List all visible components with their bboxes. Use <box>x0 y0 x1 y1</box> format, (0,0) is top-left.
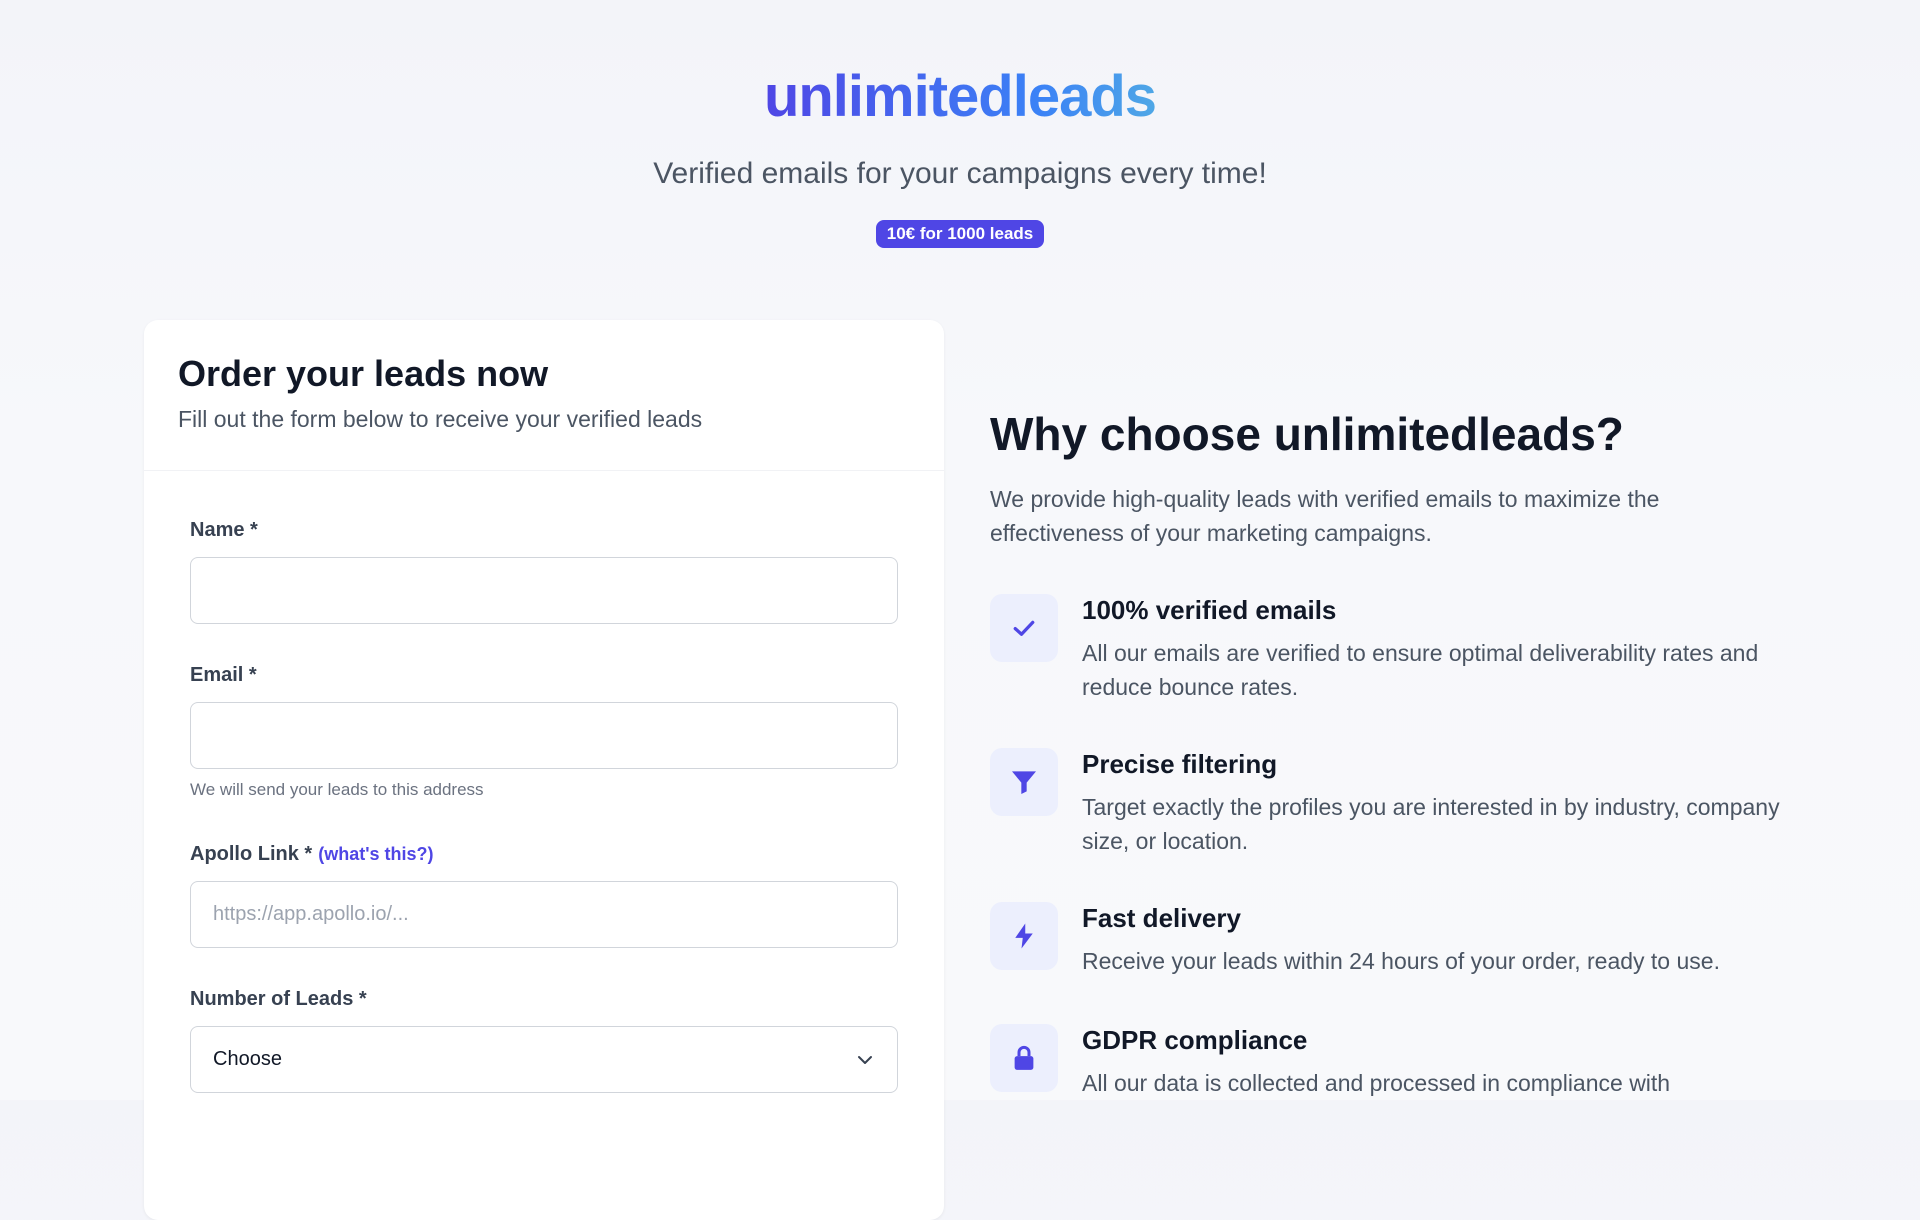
number-of-leads-select[interactable]: Choose <box>190 1026 898 1093</box>
price-badge: 10€ for 1000 leads <box>875 220 1045 248</box>
name-input[interactable] <box>190 557 898 624</box>
page-header: unlimitedleads Verified emails for your … <box>0 0 1920 248</box>
feature-title: Precise filtering <box>1082 749 1278 779</box>
order-form-card: Order your leads now Fill out the form b… <box>144 320 944 1220</box>
email-input[interactable] <box>190 702 898 769</box>
feature-text: All our emails are verified to ensure op… <box>1082 640 1759 700</box>
apollo-label: Apollo Link * (what's this?) <box>190 841 898 867</box>
feature-gdpr: GDPR compliance All our data is collecte… <box>990 1024 1790 1100</box>
name-label: Name * <box>190 517 898 543</box>
feature-verified: 100% verified emails All our emails are … <box>990 594 1790 704</box>
feature-text: Target exactly the profiles you are inte… <box>1082 794 1780 854</box>
select-value: Choose <box>213 1048 282 1070</box>
card-title: Order your leads now <box>178 353 549 394</box>
apollo-label-text: Apollo Link * <box>190 843 313 865</box>
feature-title: Fast delivery <box>1082 903 1241 933</box>
whats-this-link[interactable]: (what's this?) <box>318 841 433 867</box>
main-content: Order your leads now Fill out the form b… <box>144 320 1794 1220</box>
logo[interactable]: unlimitedleads <box>764 66 1157 128</box>
email-hint: We will send your leads to this address <box>190 780 484 799</box>
chevron-down-icon <box>858 1055 872 1064</box>
order-form: Name * Email * We will send your leads t… <box>144 471 944 1093</box>
why-title: Why choose unlimitedleads? <box>990 408 1624 460</box>
apollo-field-group: Apollo Link * (what's this?) https://app… <box>190 841 898 948</box>
check-icon <box>990 594 1058 662</box>
feature-delivery: Fast delivery Receive your leads within … <box>990 902 1790 978</box>
email-label-text: Email * <box>190 664 257 686</box>
leads-label: Number of Leads * <box>190 986 898 1012</box>
why-text: We provide high-quality leads with verif… <box>990 486 1660 546</box>
feature-filtering: Precise filtering Target exactly the pro… <box>990 748 1790 858</box>
email-label: Email * <box>190 662 898 688</box>
leads-label-text: Number of Leads * <box>190 988 367 1010</box>
card-subtitle: Fill out the form below to receive your … <box>178 406 703 432</box>
filter-icon <box>990 748 1058 816</box>
email-field-group: Email * We will send your leads to this … <box>190 662 898 801</box>
feature-title: 100% verified emails <box>1082 595 1337 625</box>
name-field-group: Name * <box>190 517 898 624</box>
feature-title: GDPR compliance <box>1082 1025 1308 1055</box>
lightning-icon <box>990 902 1058 970</box>
apollo-link-input[interactable]: https://app.apollo.io/... <box>190 881 898 948</box>
tagline: Verified emails for your campaigns every… <box>653 157 1267 190</box>
leads-field-group: Number of Leads * Choose <box>190 986 898 1093</box>
feature-text: All our data is collected and processed … <box>1082 1070 1671 1096</box>
why-section: Why choose unlimitedleads? We provide hi… <box>990 320 1790 1220</box>
feature-text: Receive your leads within 24 hours of yo… <box>1082 948 1720 974</box>
card-header: Order your leads now Fill out the form b… <box>144 320 944 471</box>
name-label-text: Name * <box>190 519 258 541</box>
lock-icon <box>990 1024 1058 1092</box>
